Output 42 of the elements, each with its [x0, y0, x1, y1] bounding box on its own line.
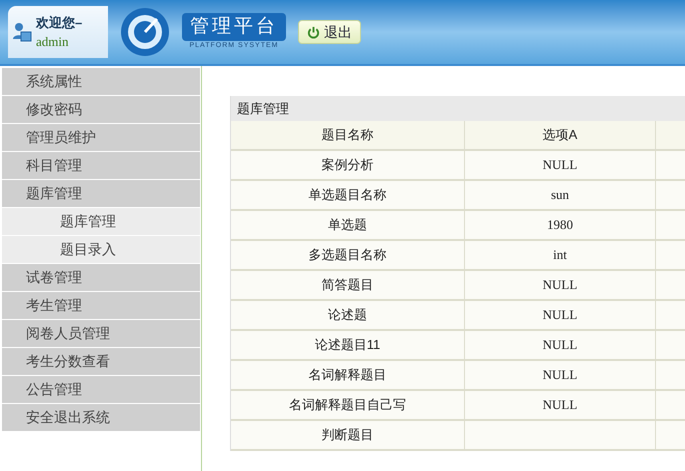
- welcome-text: 欢迎您–: [36, 14, 82, 32]
- menu-item[interactable]: 题库管理: [2, 180, 200, 207]
- menu-item[interactable]: 考生管理: [2, 292, 200, 319]
- table-cell: NULL: [465, 361, 656, 391]
- menu-item[interactable]: 系统属性: [2, 68, 200, 95]
- table-cell: 判断题目: [231, 421, 465, 451]
- table-cell: NULL: [465, 151, 656, 181]
- table-cell: sun: [465, 181, 656, 211]
- submenu-item[interactable]: 题库管理: [2, 208, 200, 235]
- menu-item[interactable]: 考生分数查看: [2, 348, 200, 375]
- table-cell: int: [465, 241, 656, 271]
- table-cell: NULL: [465, 331, 656, 361]
- submenu-item[interactable]: 题目录入: [2, 236, 200, 263]
- menu-item[interactable]: 阅卷人员管理: [2, 320, 200, 347]
- power-icon: [307, 26, 320, 38]
- column-header: 题目名称: [231, 121, 465, 151]
- menu-item[interactable]: 试卷管理: [2, 264, 200, 291]
- table-cell: 论述题目11: [231, 331, 465, 361]
- table-cell: NULL: [465, 271, 656, 301]
- table-cell: 多选题目名称: [231, 241, 465, 271]
- panel-title: 题库管理: [231, 96, 685, 121]
- table-cell: 论述题: [231, 301, 465, 331]
- table-cell: 简答题目: [231, 271, 465, 301]
- platform-title: 管理平台: [182, 12, 286, 41]
- menu-item[interactable]: 公告管理: [2, 376, 200, 403]
- table-cell: 1980: [465, 211, 656, 241]
- menu-item[interactable]: 管理员维护: [2, 124, 200, 151]
- table-cell: 名词解释题目自己写: [231, 391, 465, 421]
- table-cell: 单选题: [231, 211, 465, 241]
- username: admin: [36, 33, 70, 51]
- user-icon: [12, 21, 32, 43]
- table-cell: NULL: [465, 301, 656, 331]
- column-header: 选项A: [465, 121, 656, 151]
- logout-button[interactable]: 退出: [298, 20, 361, 44]
- table-cell: 案例分析: [231, 151, 465, 181]
- menu-item[interactable]: 科目管理: [2, 152, 200, 179]
- table-cell: 单选题目名称: [231, 181, 465, 211]
- table-cell: 名词解释题目: [231, 361, 465, 391]
- menu-item[interactable]: 修改密码: [2, 96, 200, 123]
- logo-icon: [120, 7, 170, 57]
- menu-item[interactable]: 安全退出系统: [2, 404, 200, 431]
- table-cell: NULL: [465, 391, 656, 421]
